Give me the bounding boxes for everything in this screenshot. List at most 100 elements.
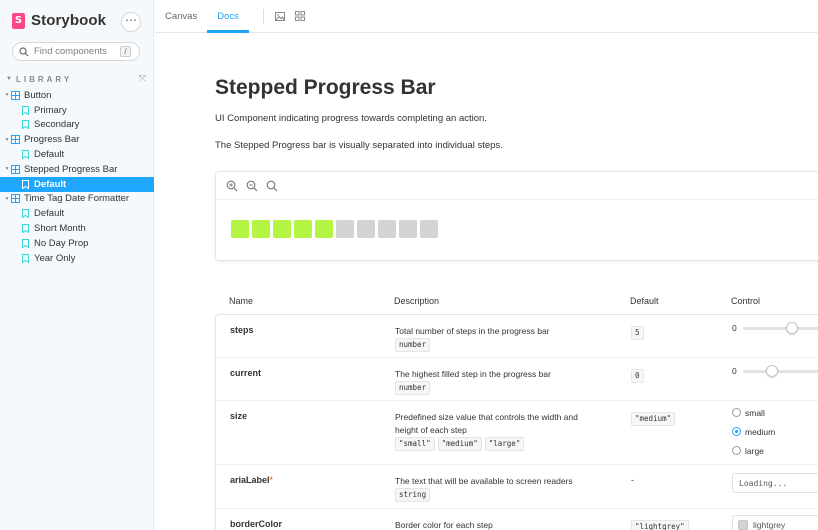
- zoom-out-icon[interactable]: [246, 180, 258, 192]
- slider-thumb[interactable]: [785, 321, 798, 334]
- tree-label: No Day Prop: [34, 237, 89, 249]
- tree-label: Progress Bar: [24, 134, 80, 146]
- progress-step-filled: [315, 220, 333, 238]
- tree-label: Default: [34, 178, 67, 190]
- description-paragraph-1: UI Component indicating progress towards…: [215, 113, 487, 124]
- radio-button[interactable]: [732, 408, 741, 417]
- progress-step-filled: [252, 220, 270, 238]
- arg-description-text: Border color for each step: [395, 520, 493, 530]
- progress-step-filled: [273, 220, 291, 238]
- arg-default: -: [631, 475, 634, 485]
- tree-story-secondary[interactable]: Secondary: [0, 118, 154, 133]
- column-description: Description: [394, 296, 440, 306]
- table-row: size Predefined size value that controls…: [216, 401, 818, 465]
- table-row: current The highest filled step in the p…: [216, 358, 818, 401]
- image-icon[interactable]: [270, 0, 290, 32]
- search-box[interactable]: /: [12, 42, 140, 61]
- column-default: Default: [630, 296, 659, 306]
- arg-description-text: The highest filled step in the progress …: [395, 369, 551, 379]
- radio-large[interactable]: large: [732, 441, 775, 460]
- arg-description: Total number of steps in the progress ba…: [395, 325, 600, 352]
- arg-description: The highest filled step in the progress …: [395, 368, 600, 395]
- bookmark-icon: [22, 224, 29, 234]
- arg-name: steps: [230, 325, 254, 335]
- required-marker: *: [269, 475, 274, 485]
- tree-component-time-tag-date-formatter[interactable]: ▼ Time Tag Date Formatter: [0, 192, 154, 207]
- arg-type-option: "small": [395, 437, 435, 451]
- radio-label: medium: [745, 426, 776, 437]
- tree-story-default-selected[interactable]: Default: [0, 176, 154, 192]
- arg-type: number: [395, 338, 431, 352]
- progress-step-empty: [378, 220, 396, 238]
- radio-small[interactable]: small: [732, 403, 775, 422]
- arg-description-text: The text that will be available to scree…: [395, 476, 573, 486]
- color-swatch[interactable]: [738, 520, 748, 530]
- caret-down-icon: ▼: [6, 76, 12, 82]
- arg-name: size: [230, 411, 248, 421]
- ellipsis-icon[interactable]: ⋯: [121, 12, 141, 32]
- tab-canvas[interactable]: Canvas: [155, 0, 207, 33]
- component-icon: [11, 194, 20, 204]
- tree-story-no-day-prop[interactable]: No Day Prop: [0, 236, 154, 251]
- caret-down-icon: ▼: [4, 195, 10, 202]
- zoom-in-icon[interactable]: [226, 180, 238, 192]
- arg-type: string: [395, 488, 431, 502]
- radio-medium[interactable]: medium: [732, 422, 775, 441]
- bookmark-icon: [22, 120, 29, 130]
- grid-icon[interactable]: [290, 0, 310, 32]
- tree-label: Stepped Progress Bar: [24, 163, 118, 175]
- column-control: Control: [731, 296, 761, 306]
- range-value: 0: [732, 366, 737, 376]
- arg-type-option: "large": [484, 437, 525, 451]
- border-color-picker[interactable]: lightgrey: [732, 515, 818, 530]
- tree-story-default[interactable]: Default: [0, 206, 154, 221]
- arg-description-text: Total number of steps in the progress ba…: [395, 326, 550, 336]
- bookmark-icon: [22, 150, 29, 160]
- arg-default: "medium": [631, 412, 676, 426]
- search-input[interactable]: [34, 46, 120, 57]
- storybook-brand[interactable]: S Storybook: [12, 12, 106, 29]
- table-row: ariaLabel* The text that will be availab…: [216, 465, 818, 509]
- tree-label: Default: [34, 208, 65, 220]
- library-header[interactable]: ▼ LIBRARY ⤧: [6, 74, 146, 84]
- bookmark-icon: [22, 253, 29, 263]
- table-row: borderColor Border color for each step "…: [216, 509, 818, 530]
- tree-component-button[interactable]: ▼ Button: [0, 88, 154, 103]
- color-value: lightgrey: [753, 520, 786, 530]
- steps-range-slider[interactable]: [742, 321, 818, 334]
- range-value: 0: [732, 323, 737, 333]
- progress-step-filled: [231, 220, 249, 238]
- arg-type-option: "medium": [437, 437, 482, 451]
- tree-component-stepped-progress-bar[interactable]: ▼ Stepped Progress Bar: [0, 162, 154, 177]
- docs-panel: Stepped Progress Bar UI Component indica…: [155, 34, 818, 530]
- zoom-reset-icon[interactable]: [266, 180, 278, 192]
- radio-label: large: [745, 445, 764, 456]
- arg-description: The text that will be available to scree…: [395, 475, 600, 502]
- radio-button[interactable]: [732, 446, 741, 455]
- arg-name: current: [230, 368, 262, 378]
- toolbar-divider: [262, 9, 264, 24]
- tree-label: Default: [34, 149, 65, 161]
- collapse-all-icon[interactable]: ⤧: [139, 74, 146, 84]
- tree-story-year-only[interactable]: Year Only: [0, 251, 154, 266]
- tree-story-short-month[interactable]: Short Month: [0, 221, 154, 236]
- progress-step-empty: [420, 220, 438, 238]
- radio-button[interactable]: [732, 427, 741, 436]
- current-range-slider[interactable]: [742, 364, 818, 377]
- tree-story-default[interactable]: Default: [0, 147, 154, 162]
- sidebar: S Storybook ⋯ / ▼ LIBRARY ⤧ ▼ Button Pri…: [0, 0, 154, 530]
- tab-docs[interactable]: Docs: [207, 0, 249, 33]
- bookmark-icon: [22, 209, 29, 219]
- tree-component-progress-bar[interactable]: ▼ Progress Bar: [0, 132, 154, 147]
- search-icon: [19, 46, 29, 56]
- description-paragraph-2: The Stepped Progress bar is visually sep…: [215, 140, 503, 151]
- tree-label: Button: [24, 89, 52, 101]
- bookmark-icon: [22, 238, 29, 248]
- slider-thumb[interactable]: [765, 364, 778, 377]
- caret-down-icon: ▼: [4, 92, 10, 99]
- aria-label-input[interactable]: Loading...: [732, 473, 818, 493]
- storybook-logo-icon: S: [12, 12, 25, 29]
- tree-story-primary[interactable]: Primary: [0, 103, 154, 118]
- preview-toolbar: [216, 172, 818, 200]
- progress-step-empty: [336, 220, 354, 238]
